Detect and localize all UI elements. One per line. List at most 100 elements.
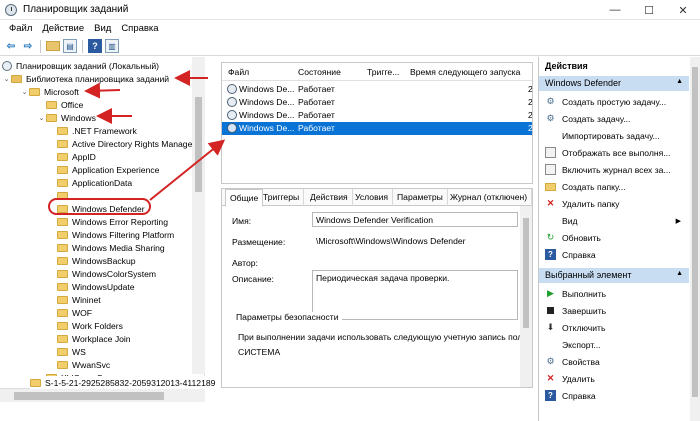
show-hide-action-pane-icon[interactable]: ▥ bbox=[105, 39, 119, 53]
task-properties-panel: Общие Триггеры Действия Условия Параметр… bbox=[221, 188, 533, 388]
action-create-basic-task[interactable]: ⚙ Создать простую задачу... bbox=[539, 93, 689, 110]
tree-item-wwansvc[interactable]: WwanSvc bbox=[57, 358, 110, 371]
tab-settings[interactable]: Параметры bbox=[393, 189, 448, 206]
tree-item-windows[interactable]: ⌄ Windows bbox=[37, 111, 96, 124]
chevron-down-icon[interactable]: ⌄ bbox=[2, 75, 11, 83]
tree-item-adrms[interactable]: Active Directory Rights Managemen bbox=[57, 137, 205, 150]
tab-actions[interactable]: Действия bbox=[306, 189, 353, 206]
action-delete-folder[interactable]: ✕ Удалить папку bbox=[539, 195, 689, 212]
folder-icon bbox=[57, 321, 68, 330]
tree-item-wer[interactable]: Windows Error Reporting bbox=[57, 215, 168, 228]
action-new-folder[interactable]: Создать папку... bbox=[539, 178, 689, 195]
maximize-button[interactable]: ☐ bbox=[632, 0, 666, 20]
actions-section-selected-item[interactable]: Выбранный элемент ▲ bbox=[539, 268, 689, 283]
tab-triggers[interactable]: Триггеры bbox=[259, 189, 305, 206]
action-enable-history[interactable]: Включить журнал всех за... bbox=[539, 161, 689, 178]
scrollbar-thumb[interactable] bbox=[692, 67, 698, 397]
tree-item-dotnet[interactable]: .NET Framework bbox=[57, 124, 137, 137]
column-header-name[interactable]: Файл bbox=[228, 67, 249, 77]
tree-item-workplacejoin[interactable]: Workplace Join bbox=[57, 332, 131, 345]
tree-item-appdata[interactable]: ApplicationData bbox=[57, 176, 132, 189]
tree-item-appid[interactable]: AppID bbox=[57, 150, 96, 163]
action-create-task[interactable]: ⚙ Создать задачу... bbox=[539, 110, 689, 127]
tab-conditions[interactable]: Условия bbox=[351, 189, 394, 206]
task-author-value bbox=[312, 254, 518, 269]
action-help[interactable]: ? Справка bbox=[539, 246, 689, 263]
tree-item-office[interactable]: Office bbox=[46, 98, 83, 111]
action-delete[interactable]: ✕ Удалить bbox=[539, 370, 689, 387]
minimize-button[interactable]: — bbox=[598, 0, 632, 20]
action-show-running[interactable]: Отображать все выполня... bbox=[539, 144, 689, 161]
tree-item-library[interactable]: ⌄ Библиотека планировщика заданий bbox=[2, 72, 170, 85]
action-properties[interactable]: ⚙ Свойства bbox=[539, 353, 689, 370]
column-header-next-run[interactable]: Время следующего запуска bbox=[410, 67, 520, 77]
folder-icon bbox=[57, 269, 68, 278]
tab-general[interactable]: Общие bbox=[225, 189, 264, 207]
menu-action[interactable]: Действие bbox=[37, 23, 89, 34]
help-icon[interactable]: ? bbox=[88, 39, 102, 53]
tree-item-ws[interactable]: WS bbox=[57, 345, 86, 358]
tree-item-windowsbackup[interactable]: WindowsBackup bbox=[57, 254, 136, 267]
task-clock-icon bbox=[227, 110, 237, 120]
actions-section-windows-defender[interactable]: Windows Defender ▲ bbox=[539, 76, 689, 91]
security-options-group-label: Параметры безопасности bbox=[236, 312, 342, 322]
action-label: Импортировать задачу... bbox=[562, 130, 660, 141]
tree-item-wof[interactable]: WOF bbox=[57, 306, 92, 319]
action-export[interactable]: Экспорт... bbox=[539, 336, 689, 353]
tree-horizontal-scrollbar[interactable] bbox=[0, 388, 205, 402]
column-header-status[interactable]: Состояние bbox=[298, 67, 341, 77]
tree-item-appexperience[interactable]: Application Experience bbox=[57, 163, 159, 176]
tree-item-wininet[interactable]: Wininet bbox=[57, 293, 101, 306]
tab-history[interactable]: Журнал (отключен) bbox=[446, 189, 532, 206]
task-row[interactable]: Windows De... Работает 2 bbox=[222, 83, 532, 96]
tree-item-colorsystem[interactable]: WindowsColorSystem bbox=[57, 267, 156, 280]
tree-item-windowsupdate[interactable]: WindowsUpdate bbox=[57, 280, 135, 293]
collapse-caret-icon[interactable]: ▲ bbox=[676, 78, 683, 85]
action-refresh[interactable]: ↻ Обновить bbox=[539, 229, 689, 246]
toolbar-separator bbox=[40, 39, 41, 53]
properties-vertical-scrollbar[interactable] bbox=[520, 206, 532, 387]
action-disable[interactable]: ⬇ Отключить bbox=[539, 319, 689, 336]
scrollbar-thumb[interactable] bbox=[523, 218, 529, 328]
scrollbar-thumb[interactable] bbox=[14, 392, 164, 400]
tree-item-wms[interactable]: Windows Media Sharing bbox=[57, 241, 165, 254]
task-row[interactable]: Windows De... Работает 2 bbox=[222, 109, 532, 122]
task-list: Файл Состояние Тригге... Время следующег… bbox=[221, 62, 533, 184]
up-folder-icon[interactable] bbox=[46, 41, 60, 51]
close-button[interactable]: ✕ bbox=[666, 0, 700, 20]
tree-item-wfp[interactable]: Windows Filtering Platform bbox=[57, 228, 174, 241]
back-arrow-icon[interactable]: ⇦ bbox=[4, 39, 18, 53]
name-label: Имя: bbox=[232, 216, 252, 226]
scrollbar-thumb[interactable] bbox=[195, 97, 202, 192]
section-title: Windows Defender bbox=[545, 78, 622, 88]
menu-help[interactable]: Справка bbox=[116, 23, 163, 34]
collapse-caret-icon[interactable]: ▲ bbox=[676, 270, 683, 277]
forward-arrow-icon[interactable]: ⇨ bbox=[21, 39, 35, 53]
action-view[interactable]: Вид ▶ bbox=[539, 212, 689, 229]
task-name: Windows De... bbox=[239, 110, 295, 120]
tree-item-label: WwanSvc bbox=[72, 359, 111, 370]
column-header-triggers[interactable]: Тригге... bbox=[367, 67, 399, 77]
task-row-selected[interactable]: Windows De... Работает 2 bbox=[222, 122, 532, 135]
show-hide-console-tree-icon[interactable]: ▤ bbox=[63, 39, 77, 53]
tree-item-workfolders[interactable]: Work Folders bbox=[57, 319, 123, 332]
tree-item-label: Active Directory Rights Managemen bbox=[72, 138, 205, 149]
menu-file[interactable]: Файл bbox=[4, 23, 37, 34]
action-help-selected[interactable]: ? Справка bbox=[539, 387, 689, 404]
action-label: Удалить bbox=[562, 373, 595, 384]
tree-item-root[interactable]: Планировщик заданий (Локальный) bbox=[2, 59, 159, 72]
tree-item-sid[interactable]: S-1-5-21-2925285832-2059312013-4112189 bbox=[30, 376, 216, 389]
action-end[interactable]: Завершить bbox=[539, 302, 689, 319]
action-import-task[interactable]: Импортировать задачу... bbox=[539, 127, 689, 144]
tree-vertical-scrollbar[interactable] bbox=[192, 57, 205, 374]
task-name-field[interactable]: Windows Defender Verification bbox=[312, 212, 518, 227]
tree-item-microsoft[interactable]: ⌄ Microsoft bbox=[20, 85, 79, 98]
menu-view[interactable]: Вид bbox=[89, 23, 116, 34]
task-description-field[interactable]: Периодическая задача проверки. bbox=[312, 270, 518, 320]
chevron-down-icon[interactable]: ⌄ bbox=[20, 88, 29, 96]
chevron-down-icon[interactable]: ⌄ bbox=[37, 114, 46, 122]
task-row[interactable]: Windows De... Работает 2 bbox=[222, 96, 532, 109]
actions-vertical-scrollbar[interactable] bbox=[690, 57, 700, 421]
action-run[interactable]: ▶ Выполнить bbox=[539, 285, 689, 302]
folder-icon bbox=[57, 152, 68, 161]
